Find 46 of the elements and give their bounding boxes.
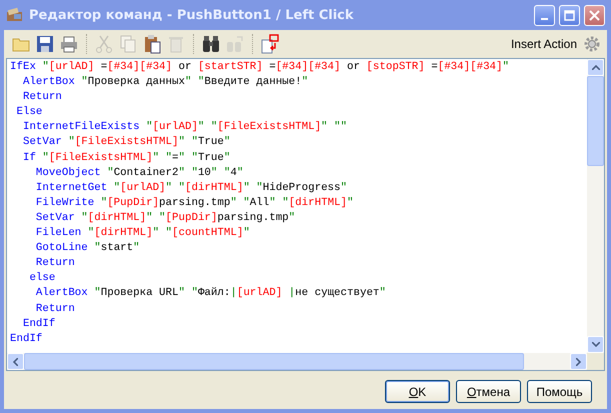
scrollbar-thumb[interactable] <box>24 353 524 370</box>
code-line: Else <box>15 105 44 120</box>
code-line: Return <box>34 302 76 316</box>
dialog-button[interactable]: OK <box>385 380 450 403</box>
code-line: GotoLine "start" <box>34 241 141 256</box>
scroll-right-button[interactable] <box>570 353 587 370</box>
chevron-down-icon <box>592 342 600 347</box>
code-line: If "[FileExistsHTML]" "=" "True" <box>22 150 232 166</box>
insert-variable-button[interactable] <box>259 33 281 55</box>
code-line: EndIf <box>22 316 56 332</box>
binoculars-button[interactable] <box>200 33 222 55</box>
scrollbar-thumb[interactable] <box>587 76 604 166</box>
scrollbar-corner <box>587 353 604 370</box>
code-line: Return <box>34 256 76 272</box>
dialog-button[interactable]: Помощь <box>527 380 592 403</box>
minimize-icon <box>541 18 548 20</box>
close-icon <box>589 10 600 20</box>
code-line: SetVar "[FileExistsHTML]" "True" <box>22 135 232 150</box>
chevron-right-icon <box>576 358 581 366</box>
code-line: Return <box>22 90 63 106</box>
code-line: InternetGet "[urlAD]" "[dirHTML]" "HideProgress" <box>34 180 348 196</box>
save-button[interactable] <box>34 33 56 55</box>
app-icon <box>6 7 24 23</box>
settings-icon[interactable] <box>583 35 601 53</box>
code-line: AlertBox "Проверка URL" "Файл:|[urlAD] |не существует" <box>34 286 387 302</box>
maximize-button[interactable] <box>559 4 580 26</box>
code-line: EndIf <box>10 332 44 347</box>
chevron-up-icon <box>592 65 600 70</box>
code-line: IfEx "[urlAD] =[#34][#34] or [startSTR] =[#34][#34] or [stopSTR] =[#34][#34]" <box>10 60 510 75</box>
scroll-up-button[interactable] <box>587 59 604 76</box>
chevron-left-icon <box>13 358 18 366</box>
code-line: MoveObject "Container2" "10" "4" <box>34 166 244 181</box>
code-line: else <box>28 271 56 286</box>
code-line: FileLen "[dirHTML]" "[countHTML]" <box>34 226 251 242</box>
maximize-icon <box>564 10 575 20</box>
minimize-button[interactable] <box>534 4 555 26</box>
code-line: InternetFileExists "[urlAD]" "[FileExistsHTML]" "" <box>22 120 348 136</box>
insert-action-label[interactable]: Insert Action <box>510 37 577 51</box>
window-title: Редактор команд - PushButton1 / Left Click <box>29 8 354 22</box>
scroll-left-button[interactable] <box>7 353 24 370</box>
code-line: FileWrite "[PupDir]parsing.tmp" "All" "[dirHTML]" <box>34 196 354 211</box>
scroll-down-button[interactable] <box>587 336 604 353</box>
dialog-button[interactable]: Отмена <box>456 380 521 403</box>
code-line: SetVar "[dirHTML]" "[PupDir]parsing.tmp" <box>34 210 296 226</box>
code-line: AlertBox "Проверка данных" "Введите данные!" <box>22 75 310 90</box>
close-button[interactable] <box>584 4 605 26</box>
